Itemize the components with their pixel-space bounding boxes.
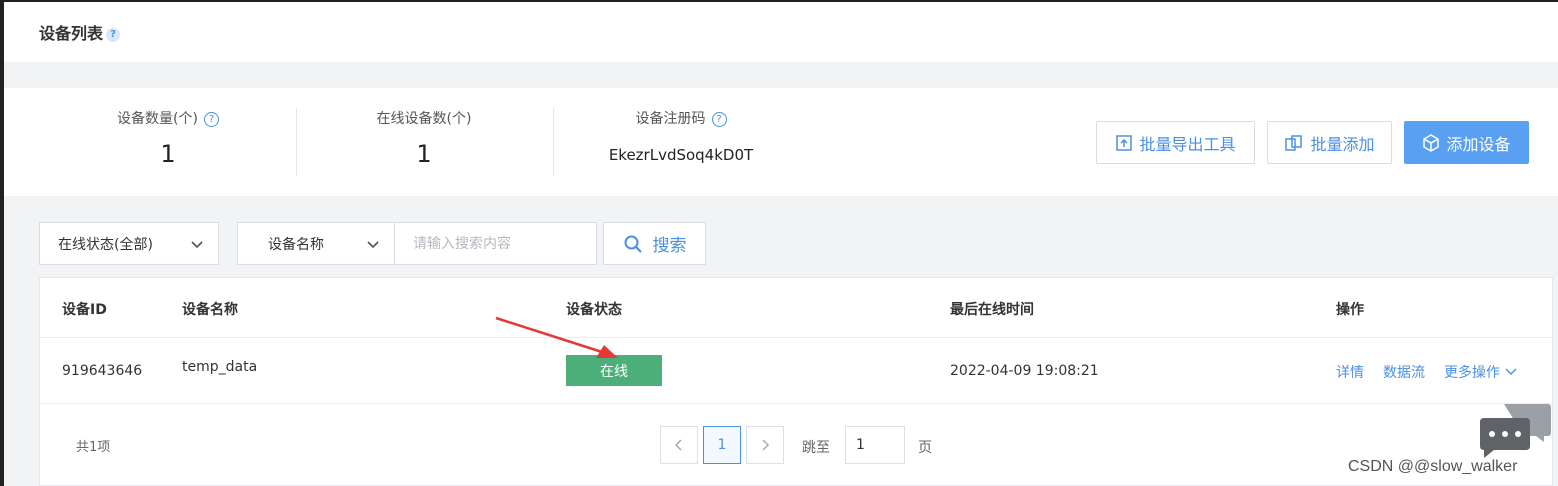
search-icon <box>624 235 642 253</box>
search-input[interactable] <box>394 222 597 265</box>
stats-panel: 设备数量(个)? 1 在线设备数(个) 1 设备注册码? EkezrLvdSoq… <box>4 88 1558 196</box>
chevron-down-icon <box>1505 368 1517 375</box>
search-button[interactable]: 搜索 <box>603 222 706 265</box>
pagination-total: 共1项 <box>76 440 111 455</box>
last-online-cell: 2022-04-09 19:08:21 <box>950 363 1099 379</box>
copy-icon <box>1285 134 1303 151</box>
reg-code-help-icon[interactable]: ? <box>711 111 727 127</box>
stat-online-count: 在线设备数(个) 1 <box>296 108 552 168</box>
next-page-button[interactable] <box>746 426 784 464</box>
chevron-right-icon <box>762 439 770 451</box>
stat-reg-code: 设备注册码? EkezrLvdSoq4kD0T <box>553 108 809 164</box>
chat-bubble-icon[interactable] <box>1478 402 1552 460</box>
reg-code-value: EkezrLvdSoq4kD0T <box>608 146 754 164</box>
chevron-left-icon <box>674 439 682 451</box>
column-header-ops: 操作 <box>1336 302 1364 318</box>
jump-page-input[interactable] <box>845 426 905 464</box>
jump-label: 跳至 <box>802 440 830 456</box>
title-bar: 设备列表? <box>4 2 1558 62</box>
csdn-watermark: CSDN @@slow_walker <box>1348 458 1518 475</box>
title-help-icon[interactable]: ? <box>106 27 121 42</box>
device-count-label: 设备数量(个) <box>117 111 198 127</box>
field-select-value: 设备名称 <box>268 236 324 253</box>
column-header-id: 设备ID <box>62 302 107 318</box>
annotation-arrow-icon <box>495 316 618 358</box>
column-header-name: 设备名称 <box>182 302 238 318</box>
add-device-button[interactable]: 添加设备 <box>1404 121 1529 164</box>
field-select[interactable]: 设备名称 <box>237 222 395 265</box>
stat-device-count: 设备数量(个)? 1 <box>40 108 296 168</box>
device-name-cell: temp_data <box>182 359 258 375</box>
column-header-last-online: 最后在线时间 <box>950 302 1034 318</box>
device-id-cell: 919643646 <box>62 363 143 379</box>
online-count-label: 在线设备数(个) <box>376 111 472 127</box>
page-title: 设备列表? <box>39 20 121 44</box>
export-tool-label: 批量导出工具 <box>1139 134 1236 154</box>
chevron-down-icon <box>191 241 203 249</box>
online-count-value: 1 <box>416 140 432 168</box>
prev-page-button[interactable] <box>660 426 698 464</box>
more-actions-dropdown[interactable]: 更多操作 <box>1444 362 1518 382</box>
more-actions-label: 更多操作 <box>1444 365 1500 381</box>
batch-add-button[interactable]: 批量添加 <box>1267 121 1392 164</box>
reg-code-label: 设备注册码 <box>635 111 706 127</box>
device-count-value: 1 <box>160 140 176 168</box>
datastream-link[interactable]: 数据流 <box>1383 362 1425 382</box>
device-table: 设备ID 设备名称 设备状态 最后在线时间 操作 919643646 temp_… <box>39 277 1553 486</box>
page-title-text: 设备列表 <box>39 24 104 43</box>
table-header: 设备ID 设备名称 设备状态 最后在线时间 操作 <box>40 278 1552 338</box>
page-suffix-label: 页 <box>918 440 932 456</box>
window-left-border <box>0 0 4 486</box>
device-count-help-icon[interactable]: ? <box>203 111 219 127</box>
cube-icon <box>1423 133 1440 152</box>
chevron-down-icon <box>367 241 379 249</box>
upload-icon <box>1116 134 1133 151</box>
status-select[interactable]: 在线状态(全部) <box>39 222 219 265</box>
batch-add-label: 批量添加 <box>1310 134 1375 154</box>
search-button-label: 搜索 <box>652 236 687 256</box>
page-number-button[interactable]: 1 <box>703 426 741 464</box>
status-select-value: 在线状态(全部) <box>58 236 153 253</box>
export-tool-button[interactable]: 批量导出工具 <box>1096 121 1255 164</box>
table-row: 919643646 temp_data 在线 2022-04-09 19:08:… <box>40 338 1552 404</box>
add-device-label: 添加设备 <box>1446 134 1511 154</box>
details-link[interactable]: 详情 <box>1336 362 1364 382</box>
